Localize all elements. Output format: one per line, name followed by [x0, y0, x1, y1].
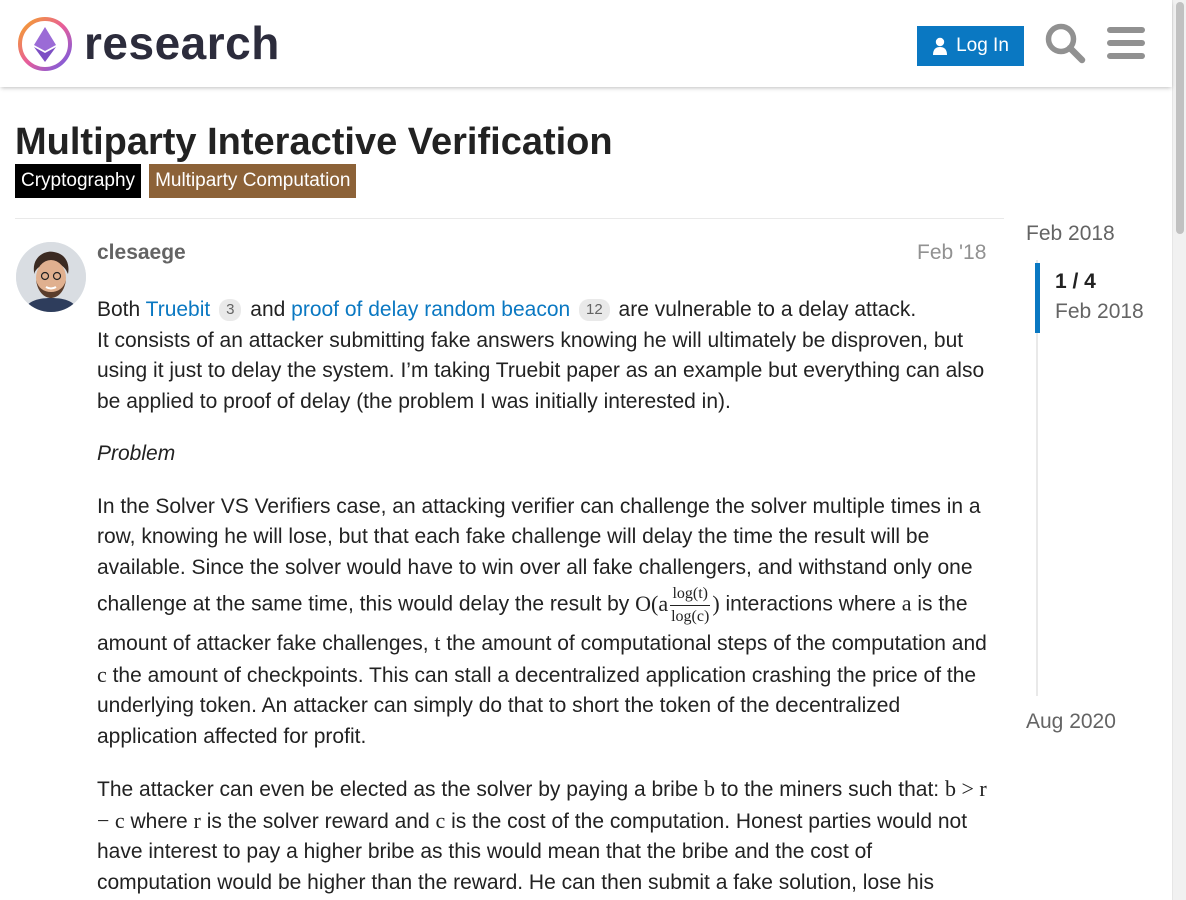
text: are vulnerable to a delay attack.	[612, 298, 917, 321]
post-paragraph-problem: In the Solver VS Verifiers case, an atta…	[97, 492, 992, 753]
login-button-label: Log In	[956, 35, 1009, 56]
text: Both	[97, 298, 146, 321]
user-icon	[933, 37, 948, 55]
login-button[interactable]: Log In	[917, 26, 1024, 66]
math-variable: b	[704, 776, 716, 801]
timeline-current-date: Feb 2018	[1055, 300, 1144, 323]
link-click-count: 3	[219, 299, 242, 321]
text: and	[244, 298, 292, 321]
math-variable: r	[193, 807, 201, 833]
avatar[interactable]	[16, 242, 86, 312]
text: interactions where	[719, 592, 902, 616]
post-paragraph-heading: Problem	[97, 439, 992, 470]
text: the amount of computational steps of the…	[440, 632, 987, 655]
topic-title[interactable]: Multiparty Interactive Verification	[15, 118, 613, 166]
scrollbar-thumb[interactable]	[1176, 2, 1184, 234]
math-text: O(a	[635, 590, 669, 616]
timeline-post-progress[interactable]: 1 / 4	[1055, 269, 1096, 295]
category-badge-cryptography[interactable]: Cryptography	[15, 164, 142, 198]
text: to the miners such that:	[715, 778, 945, 801]
title-divider	[15, 218, 1004, 219]
math-text: )	[712, 590, 720, 616]
site-name[interactable]: research	[84, 14, 280, 72]
timeline-handle[interactable]	[1035, 263, 1040, 333]
post-paragraph-bribe: The attacker can even be elected as the …	[97, 774, 992, 898]
post-author-username[interactable]: clesaege	[97, 240, 186, 266]
page-scrollbar[interactable]	[1172, 0, 1186, 900]
math-fraction: log(t) log(c)	[669, 583, 711, 628]
site-header: research Log In	[0, 0, 1172, 87]
link-click-count: 12	[579, 299, 610, 321]
text: where	[124, 809, 194, 833]
math-variable: a	[901, 590, 912, 616]
text: is the solver reward and	[200, 809, 436, 833]
category-badge-multiparty-computation[interactable]: Multiparty Computation	[149, 164, 357, 198]
fraction-denominator: log(c)	[671, 608, 710, 625]
site-logo-icon[interactable]	[16, 15, 74, 73]
text: The attacker can even be elected as the …	[97, 778, 705, 801]
post-paragraph-intro: Both Truebit 3 and proof of delay random…	[97, 295, 992, 417]
category-list: Cryptography Multiparty Computation	[15, 164, 357, 198]
math-formula: O(a log(t) log(c))	[635, 585, 720, 625]
search-icon[interactable]	[1044, 22, 1086, 64]
text: the amount of checkpoints. This can stal…	[97, 663, 977, 748]
math-variable: c	[97, 661, 107, 687]
math-variable: c	[435, 807, 446, 833]
post-body: Both Truebit 3 and proof of delay random…	[97, 295, 992, 900]
problem-heading: Problem	[97, 442, 176, 465]
fraction-numerator: log(t)	[670, 583, 710, 606]
timeline-end-date[interactable]: Aug 2020	[1026, 709, 1116, 735]
proof-of-delay-link[interactable]: proof of delay random beacon	[291, 298, 570, 321]
truebit-link[interactable]: Truebit	[146, 298, 211, 321]
text: It consists of an attacker submitting fa…	[97, 328, 985, 413]
post-date[interactable]: Feb '18	[917, 240, 986, 266]
timeline-start-date[interactable]: Feb 2018	[1026, 221, 1115, 247]
hamburger-menu-icon[interactable]	[1107, 26, 1145, 60]
